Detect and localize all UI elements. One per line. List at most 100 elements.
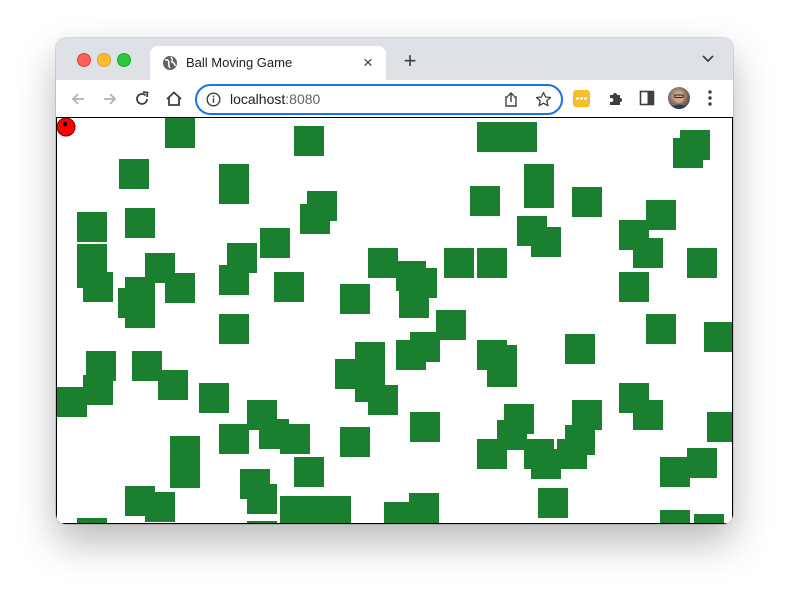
wall-block xyxy=(487,357,517,387)
back-icon[interactable] xyxy=(68,89,88,109)
wall-block xyxy=(125,208,155,238)
tab-strip: Ball Moving Game × + xyxy=(56,38,733,80)
wall-block xyxy=(524,178,554,208)
wall-block xyxy=(673,138,703,168)
game-canvas[interactable] xyxy=(56,117,733,524)
wall-block xyxy=(538,488,568,518)
forward-icon[interactable] xyxy=(100,89,120,109)
wall-block xyxy=(247,521,277,523)
wall-block xyxy=(340,427,370,457)
address-bar[interactable]: localhost:8080 xyxy=(195,84,563,115)
url-text[interactable]: localhost:8080 xyxy=(230,91,320,107)
wall-block xyxy=(704,322,732,352)
wall-block xyxy=(260,228,290,258)
wall-block xyxy=(399,288,429,318)
wall-block xyxy=(396,340,426,370)
wall-block xyxy=(294,126,324,156)
wall-block xyxy=(368,248,398,278)
wall-block xyxy=(132,351,162,381)
wall-block xyxy=(646,314,676,344)
wall-block xyxy=(477,248,507,278)
puzzle-icon[interactable] xyxy=(607,89,625,107)
avatar-face xyxy=(670,91,688,109)
home-icon[interactable] xyxy=(164,89,184,109)
zoom-window-button[interactable] xyxy=(117,53,131,67)
url-port: :8080 xyxy=(285,91,321,107)
globe-icon xyxy=(163,56,177,70)
extension-icon[interactable] xyxy=(573,90,590,107)
wall-block xyxy=(77,212,107,242)
tab-search-icon[interactable] xyxy=(701,54,715,64)
wall-block xyxy=(565,334,595,364)
more-icon[interactable] xyxy=(707,89,713,107)
wall-block xyxy=(660,510,690,523)
wall-block xyxy=(531,449,561,479)
page-viewport xyxy=(56,117,733,524)
wall-block xyxy=(633,400,663,430)
game-board xyxy=(57,118,732,523)
wall-block xyxy=(694,514,724,523)
browser-toolbar: localhost:8080 xyxy=(56,80,733,118)
url-host: localhost xyxy=(230,91,286,107)
wall-block xyxy=(280,424,310,454)
reload-icon[interactable] xyxy=(132,89,152,109)
wall-block xyxy=(531,227,561,257)
tab-title: Ball Moving Game xyxy=(186,55,293,70)
wall-block xyxy=(125,298,155,328)
wall-block xyxy=(707,412,732,442)
wall-block xyxy=(470,186,500,216)
close-window-button[interactable] xyxy=(77,53,91,67)
wall-block xyxy=(280,519,310,523)
wall-block xyxy=(444,248,474,278)
wall-block xyxy=(158,370,188,400)
wall-block xyxy=(274,272,304,302)
wall-block xyxy=(409,493,439,523)
wall-block xyxy=(294,457,324,487)
wall-block xyxy=(165,118,195,148)
wall-block xyxy=(119,159,149,189)
wall-block xyxy=(57,387,87,417)
minimize-window-button[interactable] xyxy=(97,53,111,67)
share-icon[interactable] xyxy=(503,91,519,108)
wall-block xyxy=(199,383,229,413)
info-icon[interactable] xyxy=(206,92,221,107)
player-ball[interactable] xyxy=(57,118,76,137)
ball-marker xyxy=(62,121,68,127)
wall-block xyxy=(572,187,602,217)
wall-block xyxy=(77,518,107,523)
wall-block xyxy=(83,375,113,405)
wall-block xyxy=(280,496,310,523)
wall-block xyxy=(170,458,200,488)
wall-block xyxy=(477,122,507,152)
wall-block xyxy=(340,284,370,314)
wall-block xyxy=(83,272,113,302)
tab-ball-moving-game[interactable]: Ball Moving Game × xyxy=(150,46,386,80)
browser-window: Ball Moving Game × + localhost:8080 xyxy=(56,38,733,524)
wall-block xyxy=(633,238,663,268)
close-icon[interactable]: × xyxy=(358,53,378,73)
wall-block xyxy=(219,424,249,454)
wall-block xyxy=(436,310,466,340)
wall-block xyxy=(145,492,175,522)
wall-block xyxy=(219,174,249,204)
wall-block xyxy=(219,265,249,295)
wall-block xyxy=(219,314,249,344)
wall-block xyxy=(165,273,195,303)
side-panel-icon[interactable] xyxy=(639,90,655,106)
wall-block xyxy=(619,272,649,302)
wall-block xyxy=(646,200,676,230)
wall-block xyxy=(572,400,602,430)
wall-block xyxy=(660,457,690,487)
wall-block xyxy=(300,204,330,234)
wall-block xyxy=(247,484,277,514)
wall-block xyxy=(477,439,507,469)
wall-block xyxy=(410,412,440,442)
wall-block xyxy=(368,385,398,415)
extension-dots xyxy=(576,97,587,100)
wall-block xyxy=(687,248,717,278)
wall-block xyxy=(687,448,717,478)
wall-block xyxy=(507,122,537,152)
avatar[interactable] xyxy=(668,87,690,109)
star-icon[interactable] xyxy=(535,91,552,108)
plus-icon[interactable]: + xyxy=(399,50,421,72)
